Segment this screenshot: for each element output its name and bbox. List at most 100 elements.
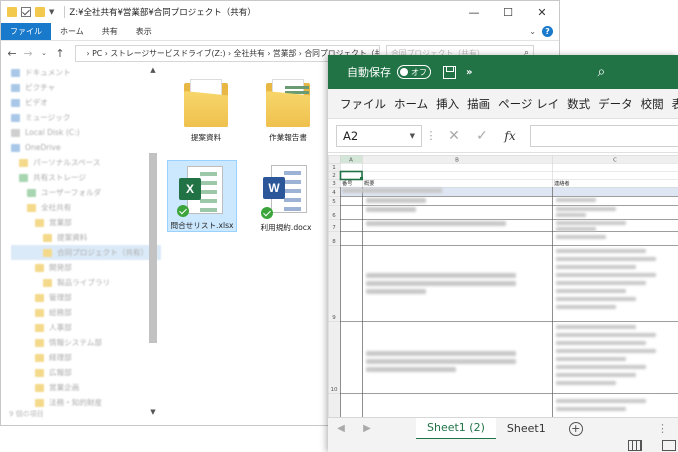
cell-content-blurred [366, 198, 426, 203]
nav-item[interactable]: ドキュメント [11, 65, 161, 80]
toggle-knob-icon [400, 68, 408, 76]
nav-item[interactable]: 開発部 [11, 260, 161, 275]
sheet-next-icon[interactable]: ▶ [354, 423, 380, 434]
menu-page-layout[interactable]: ページ レイ [494, 96, 563, 112]
breadcrumb-sales[interactable]: 営業部 [273, 48, 296, 59]
cell-content-blurred [556, 273, 656, 277]
nav-item-label: 広報部 [49, 368, 72, 377]
file-item-word[interactable]: W 利用規約.docx [251, 160, 321, 236]
ribbon-tabs: ファイル ホーム 共有 表示 ⌄ ? [1, 23, 559, 41]
nav-item[interactable]: OneDrive [11, 140, 161, 155]
worksheet-cells[interactable]: A B C 1 2 3 4 5 6 7 8 9 10 番号 概要 連絡者 [328, 155, 678, 417]
folder-icon [19, 173, 28, 182]
save-icon[interactable] [443, 65, 456, 79]
folder-icon [7, 7, 17, 17]
insert-function-button[interactable]: fx [496, 129, 524, 143]
new-folder-icon[interactable] [35, 7, 45, 17]
tab-file[interactable]: ファイル [1, 23, 51, 40]
search-icon[interactable]: ⌕ [597, 64, 605, 80]
row-header-label: 1 [332, 165, 336, 171]
help-icon[interactable]: ? [542, 26, 553, 37]
menu-draw[interactable]: 描画 [463, 96, 494, 112]
window-title: Z:¥全社共有¥営業部¥合同プロジェクト（共有） [69, 8, 256, 18]
breadcrumb-pc[interactable]: PC [92, 49, 102, 58]
active-cell-a2 [339, 170, 363, 181]
close-button[interactable]: ✕ [525, 1, 559, 23]
menu-formulas[interactable]: 数式 [563, 96, 594, 112]
nav-item[interactable]: 管理部 [11, 290, 161, 305]
nav-item-label: 全社共有 [41, 203, 72, 212]
nav-item-label: 開発部 [49, 263, 72, 272]
maximize-button[interactable]: ☐ [491, 1, 525, 23]
nav-item-label: 営業企画 [49, 383, 80, 392]
formula-bar-grip-icon[interactable]: ⋮ [422, 129, 440, 142]
nav-item[interactable]: パーソナルスペース [11, 155, 161, 170]
nav-item[interactable]: 合同プロジェクト（共有） [11, 245, 161, 260]
nav-item[interactable]: ミュージック [11, 110, 161, 125]
scroll-down-icon[interactable]: ▼ [147, 407, 159, 417]
scroll-up-icon[interactable]: ▲ [147, 65, 159, 75]
formula-input[interactable] [530, 124, 678, 147]
cancel-icon[interactable]: ✕ [440, 128, 468, 144]
menu-home[interactable]: ホーム [390, 96, 432, 112]
nav-item[interactable]: 製品ライブラリ [11, 275, 161, 290]
nav-item[interactable]: 営業部 [11, 215, 161, 230]
sheet-options-icon[interactable]: ⋮ [657, 422, 668, 435]
menu-view[interactable]: 表示 [668, 96, 678, 112]
row-header-label: 8 [332, 239, 336, 245]
nav-item[interactable]: 人事部 [11, 320, 161, 335]
folder-icon [27, 203, 36, 212]
tab-home[interactable]: ホーム [51, 23, 93, 40]
nav-item[interactable]: ユーザーフォルダ [11, 185, 161, 200]
nav-item[interactable]: 法務・知的財産 [11, 395, 161, 410]
menu-insert[interactable]: 挿入 [432, 96, 463, 112]
enter-icon[interactable]: ✓ [468, 128, 496, 144]
nav-scrollbar[interactable]: ▲ ▼ [147, 65, 159, 417]
row-header-label: 3 [332, 181, 336, 187]
normal-view-icon[interactable] [628, 440, 642, 451]
nav-item[interactable]: 共有ストレージ [11, 170, 161, 185]
menu-data[interactable]: データ [594, 96, 637, 112]
name-box[interactable]: A2 ▼ [336, 124, 422, 147]
ribbon-expand-icon[interactable]: ⌄ [529, 27, 536, 36]
sheet-prev-icon[interactable]: ◀ [328, 423, 354, 434]
tab-share[interactable]: 共有 [93, 23, 127, 40]
breadcrumb-drive[interactable]: ストレージサービスドライブ(Z:) [110, 48, 225, 59]
quick-access-dropdown-icon[interactable]: ▼ [49, 8, 54, 16]
sheet-tab-sheet1-2[interactable]: Sheet1 (2) [416, 417, 496, 440]
forward-button[interactable]: → [21, 47, 35, 60]
nav-item[interactable]: ビデオ [11, 95, 161, 110]
page-layout-view-icon[interactable] [662, 440, 676, 451]
scroll-thumb[interactable] [149, 153, 157, 343]
nav-item[interactable]: 総務部 [11, 305, 161, 320]
menu-file[interactable]: ファイル [336, 96, 390, 112]
cell-content-blurred [366, 221, 506, 226]
minimize-button[interactable]: — [457, 1, 491, 23]
nav-item[interactable]: ピクチャ [11, 80, 161, 95]
nav-item[interactable]: 全社共有 [11, 200, 161, 215]
add-sheet-button[interactable]: + [568, 421, 583, 436]
nav-item[interactable]: 提案資料 [11, 230, 161, 245]
back-button[interactable]: ← [5, 47, 19, 60]
nav-item-label: 共有ストレージ [33, 173, 87, 182]
name-box-dropdown-icon[interactable]: ▼ [410, 132, 415, 140]
up-button[interactable]: ↑ [53, 47, 67, 60]
autosave-toggle[interactable]: オフ [397, 65, 431, 79]
folder-item[interactable]: 提案資料 [171, 73, 241, 149]
nav-item[interactable]: Local Disk (C:) [11, 125, 161, 140]
menu-review[interactable]: 校閲 [637, 96, 668, 112]
more-commands-icon[interactable]: » [466, 67, 472, 78]
recent-locations-icon[interactable]: ⌄ [37, 49, 51, 57]
tab-view[interactable]: 表示 [127, 23, 161, 40]
nav-item[interactable]: 営業企画 [11, 380, 161, 395]
folder-item[interactable]: 作業報告書 [253, 73, 323, 149]
sheet-tab-sheet1[interactable]: Sheet1 [496, 418, 557, 440]
breadcrumb-all-company[interactable]: 全社共有 [234, 48, 265, 59]
file-item-excel[interactable]: X 問合せリスト.xlsx [167, 160, 237, 232]
nav-item[interactable]: 経理部 [11, 350, 161, 365]
word-badge-icon: W [263, 177, 285, 199]
worksheet-grid[interactable]: A B C 1 2 3 4 5 6 7 8 9 10 番号 概要 連絡者 [328, 155, 678, 417]
nav-item[interactable]: 情報システム部 [11, 335, 161, 350]
nav-item[interactable]: 広報部 [11, 365, 161, 380]
properties-icon[interactable] [21, 7, 31, 17]
